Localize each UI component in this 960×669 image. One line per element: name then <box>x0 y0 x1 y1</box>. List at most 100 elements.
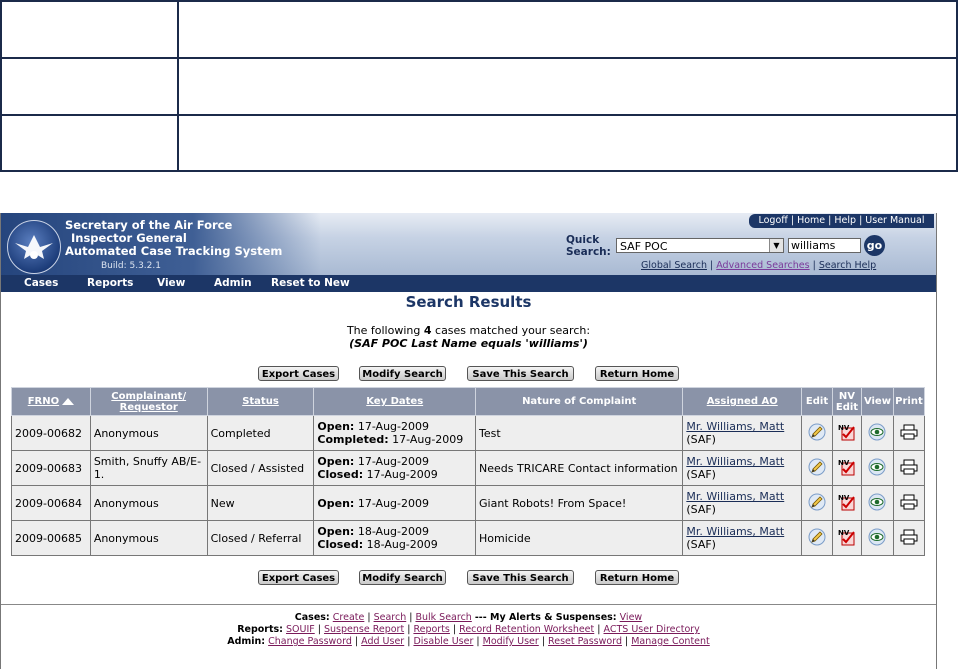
footer-add-user-link[interactable]: Add User <box>361 636 404 647</box>
return-home-button-bottom[interactable]: Return Home <box>595 570 679 585</box>
assigned-ao-link[interactable]: Mr. Williams, Matt <box>686 525 784 538</box>
footer-admin-line: Admin: Change Password | Add User | Disa… <box>227 636 710 647</box>
footer-cases-line: Cases: Create | Search | Bulk Search ---… <box>294 612 643 623</box>
cell-status: Completed <box>206 415 315 451</box>
edit-icon[interactable] <box>801 415 833 451</box>
search-criteria: (SAF POC Last Name equals 'williams') <box>349 337 588 350</box>
cell-status: Closed / Referral <box>206 520 315 556</box>
view-icon[interactable] <box>860 450 894 486</box>
nav-view[interactable]: View <box>157 275 185 292</box>
empty-table-row-border <box>2 57 956 59</box>
view-icon[interactable] <box>860 520 894 556</box>
footer-manage-content-link[interactable]: Manage Content <box>631 636 710 647</box>
assigned-ao-link[interactable]: Mr. Williams, Matt <box>686 420 784 433</box>
col-assigned-ao[interactable]: Assigned AO <box>682 387 803 416</box>
nav-admin[interactable]: Admin <box>214 275 252 292</box>
cell-key-dates: Open: 17-Aug-2009 <box>313 485 476 521</box>
footer-souif-link[interactable]: SOUIF <box>286 624 315 635</box>
quick-search-field-select[interactable]: SAF POC ▼ <box>616 238 784 253</box>
footer-change-password-link[interactable]: Change Password <box>268 636 352 647</box>
save-search-button[interactable]: Save This Search <box>467 366 574 381</box>
return-home-button[interactable]: Return Home <box>595 366 679 381</box>
help-link[interactable]: Help <box>834 215 856 226</box>
col-frno[interactable]: FRNO <box>11 387 91 416</box>
footer-record-retention-link[interactable]: Record Retention Worksheet <box>459 624 594 635</box>
cell-key-dates: Open: 18-Aug-2009 Closed: 18-Aug-2009 <box>313 520 476 556</box>
search-links: Global Search | Advanced Searches | Sear… <box>641 260 877 271</box>
print-icon[interactable] <box>892 450 926 486</box>
col-key-dates[interactable]: Key Dates <box>313 387 476 416</box>
home-link[interactable]: Home <box>797 215 825 226</box>
table-row: 2009-00684 Anonymous New Open: 17-Aug-2009 G… <box>11 485 926 521</box>
cell-nature: Giant Robots! From Space! <box>474 485 684 521</box>
col-status[interactable]: Status <box>206 387 315 416</box>
logoff-link[interactable]: Logoff <box>758 215 787 226</box>
results-table: FRNO Complainant/ Requestor Status Key D… <box>11 387 926 556</box>
cell-complainant: Smith, Snuffy AB/E-1. <box>89 450 208 486</box>
app-name: Automated Case Tracking System <box>65 244 283 258</box>
footer-reports-link[interactable]: Reports <box>413 624 449 635</box>
quick-search-input[interactable] <box>788 238 861 253</box>
print-icon[interactable] <box>892 415 926 451</box>
cell-key-dates: Open: 17-Aug-2009 Completed: 17-Aug-2009 <box>313 415 476 451</box>
cell-status: Closed / Assisted <box>206 450 315 486</box>
print-icon[interactable] <box>892 485 926 521</box>
cell-status: New <box>206 485 315 521</box>
sort-asc-icon[interactable] <box>62 397 75 405</box>
footer-bulk-search-link[interactable]: Bulk Search <box>415 612 471 623</box>
footer-acts-directory-link[interactable]: ACTS User Directory <box>604 624 700 635</box>
nav-reset-to-new[interactable]: Reset to New <box>271 275 350 292</box>
global-search-link[interactable]: Global Search <box>641 260 707 271</box>
footer-reports-line: Reports: SOUIF | Suspense Report | Repor… <box>237 624 700 635</box>
edit-icon[interactable] <box>801 520 833 556</box>
footer-disable-user-link[interactable]: Disable User <box>413 636 473 647</box>
nav-cases[interactable]: Cases <box>24 275 58 292</box>
nav-reports[interactable]: Reports <box>87 275 133 292</box>
table-row: 2009-00682 Anonymous Completed Open: 17-Aug… <box>11 415 926 451</box>
modify-search-button-bottom[interactable]: Modify Search <box>359 570 446 585</box>
view-icon[interactable] <box>860 485 894 521</box>
cell-complainant: Anonymous <box>89 485 208 521</box>
cell-complainant: Anonymous <box>89 415 208 451</box>
footer-search-link[interactable]: Search <box>374 612 407 623</box>
empty-table-divider <box>177 2 179 170</box>
empty-table-row-border <box>2 114 956 116</box>
advanced-searches-link[interactable]: Advanced Searches <box>716 260 809 271</box>
col-complainant[interactable]: Complainant/ Requestor <box>89 387 208 416</box>
go-button[interactable]: go <box>864 235 885 256</box>
nv-edit-icon[interactable]: NV <box>832 450 862 486</box>
footer-view-alerts-link[interactable]: View <box>620 612 643 623</box>
org-name-line2: Inspector General <box>71 231 187 245</box>
export-cases-button-bottom[interactable]: Export Cases <box>258 570 339 585</box>
nv-edit-icon[interactable]: NV <box>832 520 862 556</box>
view-icon[interactable] <box>860 415 894 451</box>
footer-suspense-report-link[interactable]: Suspense Report <box>324 624 404 635</box>
footer-reset-password-link[interactable]: Reset Password <box>548 636 622 647</box>
svg-text:NV: NV <box>838 459 850 467</box>
nv-edit-icon[interactable]: NV <box>832 485 862 521</box>
action-buttons-top: Export Cases Modify Search Save This Sea… <box>1 366 936 382</box>
col-view: View <box>860 387 894 416</box>
org-name-line1: Secretary of the Air Force <box>65 218 233 232</box>
svg-text:NV: NV <box>838 494 850 502</box>
empty-table <box>0 0 958 172</box>
footer-create-link[interactable]: Create <box>333 612 365 623</box>
nv-edit-icon[interactable]: NV <box>832 415 862 451</box>
modify-search-button[interactable]: Modify Search <box>359 366 446 381</box>
save-search-button-bottom[interactable]: Save This Search <box>467 570 574 585</box>
edit-icon[interactable] <box>801 450 833 486</box>
svg-text:NV: NV <box>838 529 850 537</box>
footer-modify-user-link[interactable]: Modify User <box>483 636 539 647</box>
search-help-link[interactable]: Search Help <box>819 260 876 271</box>
air-force-logo <box>7 220 61 274</box>
export-cases-button[interactable]: Export Cases <box>258 366 339 381</box>
user-manual-link[interactable]: User Manual <box>865 215 924 226</box>
print-icon[interactable] <box>892 520 926 556</box>
chevron-down-icon[interactable]: ▼ <box>769 239 783 252</box>
assigned-ao-link[interactable]: Mr. Williams, Matt <box>686 455 784 468</box>
build-version: Build: 5.3.2.1 <box>101 261 161 271</box>
assigned-ao-link[interactable]: Mr. Williams, Matt <box>686 490 784 503</box>
edit-icon[interactable] <box>801 485 833 521</box>
svg-text:NV: NV <box>838 424 850 432</box>
footer-divider <box>1 604 936 605</box>
